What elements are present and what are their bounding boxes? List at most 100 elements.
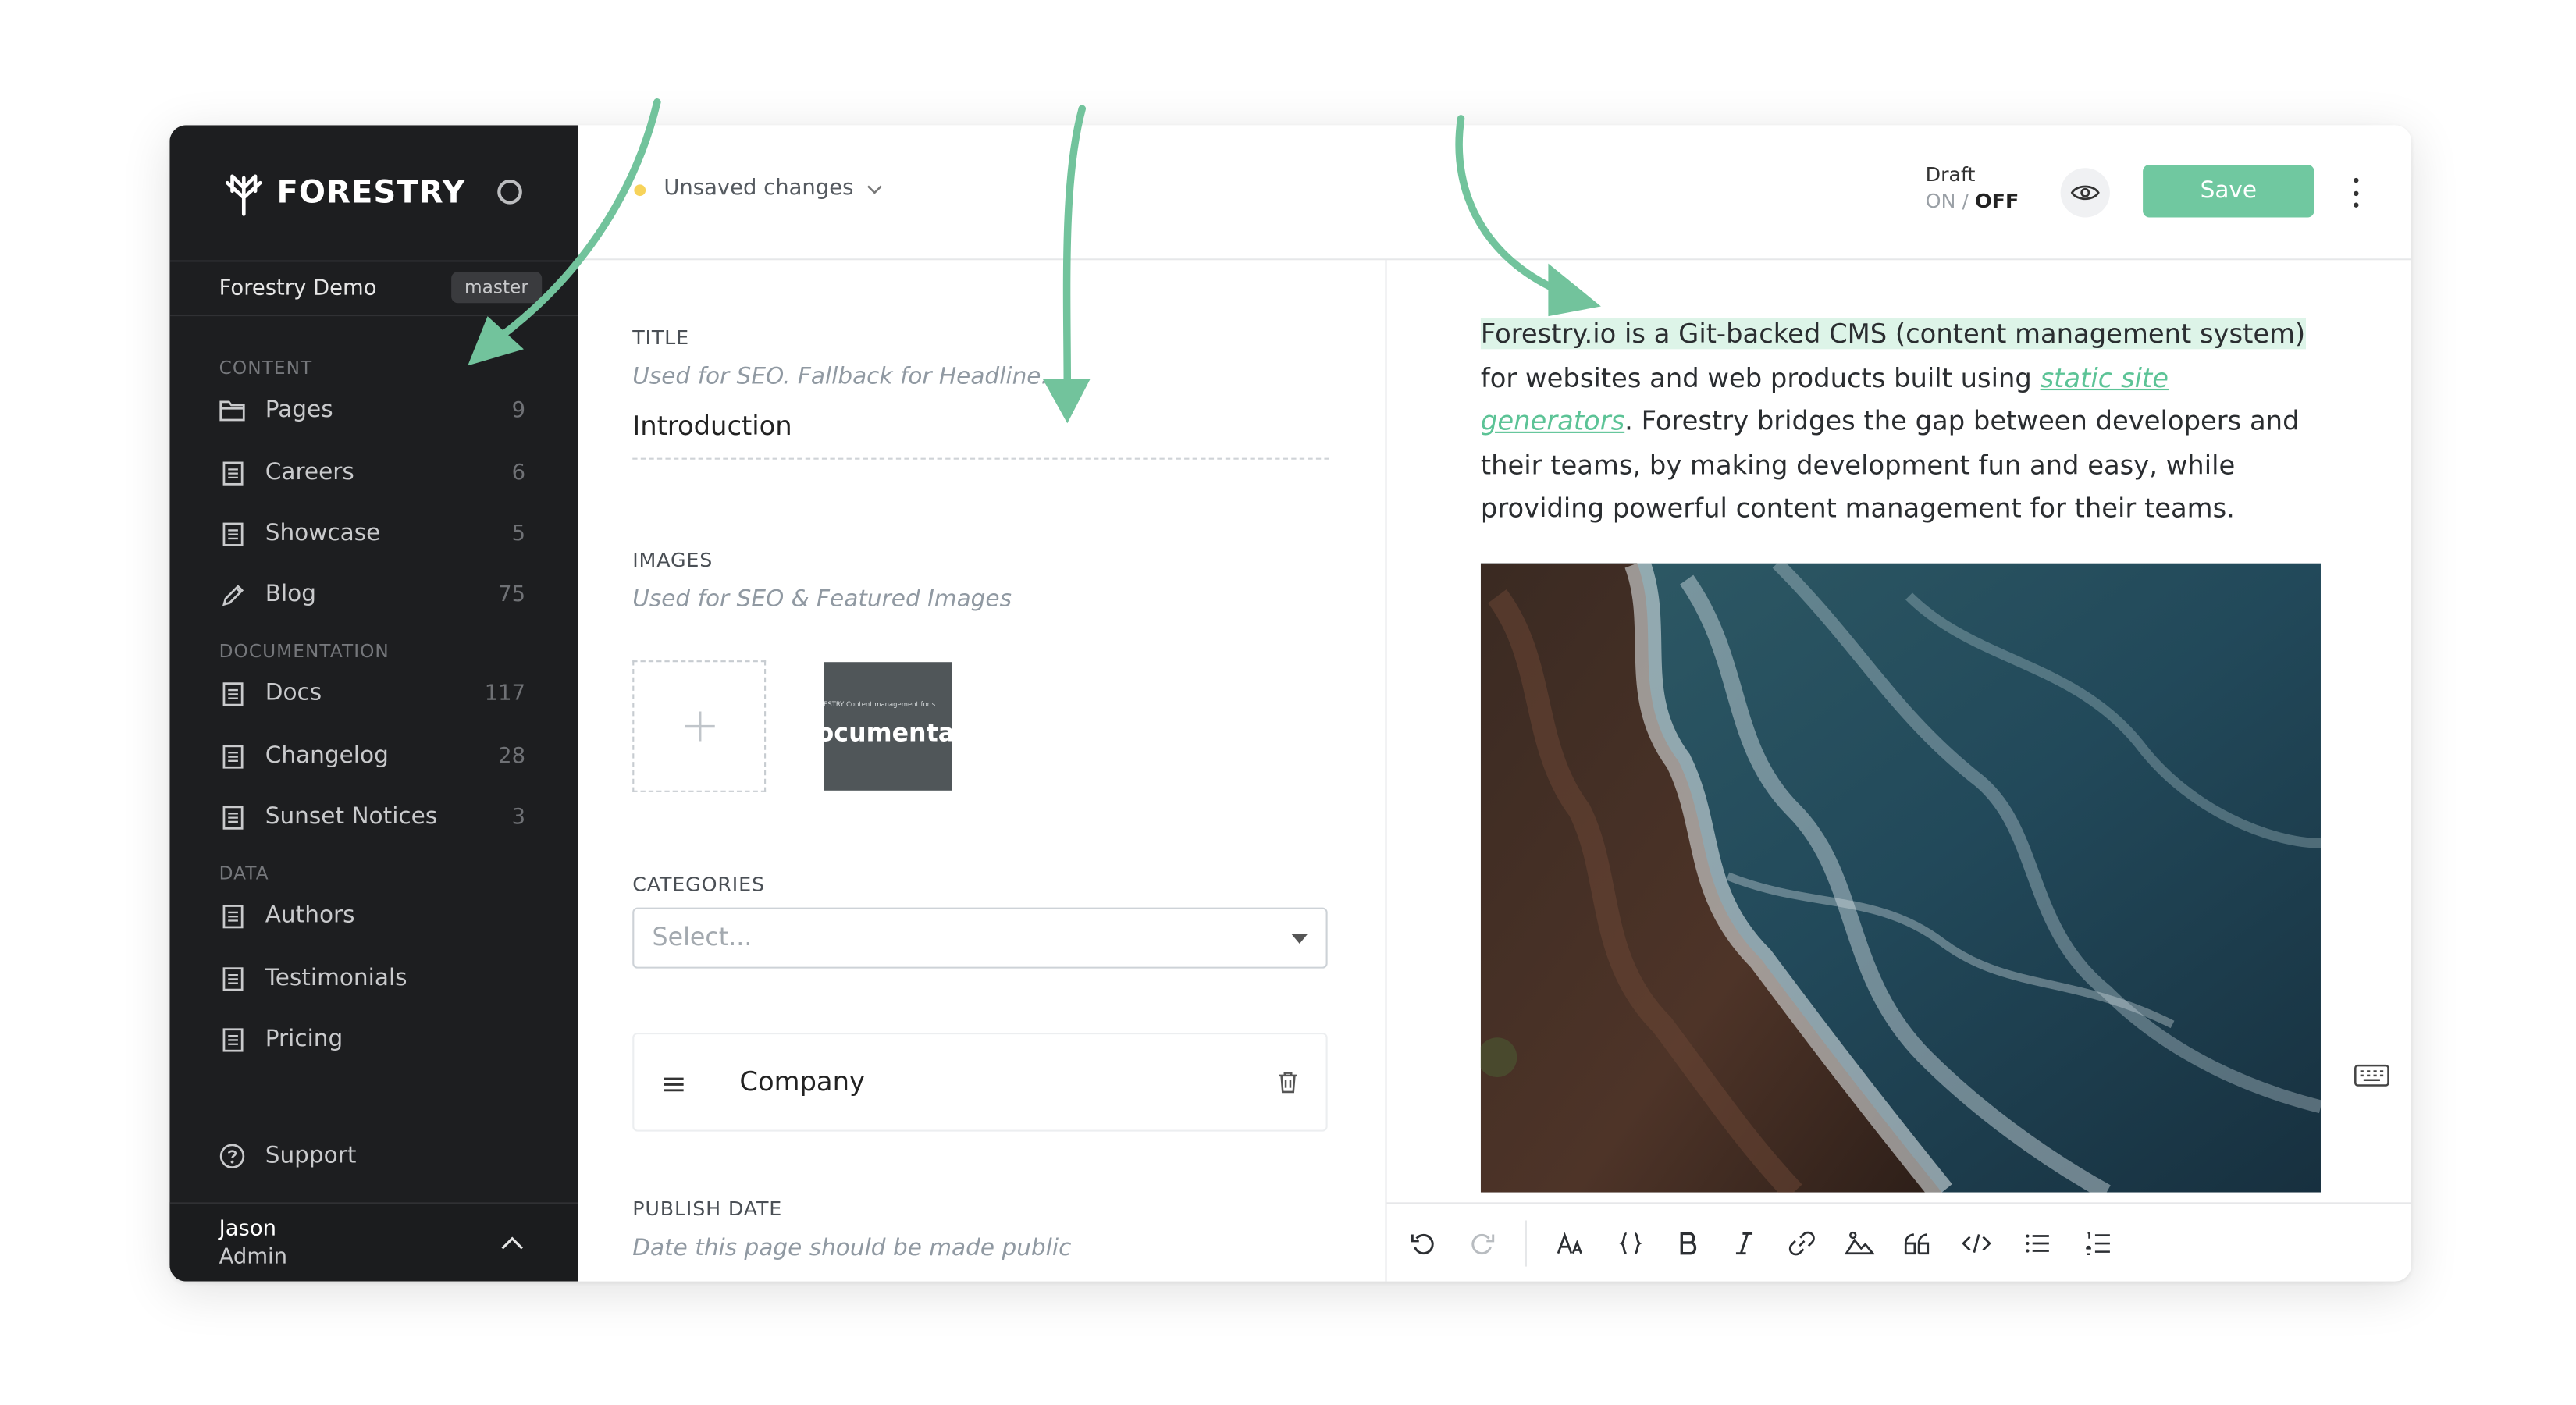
title-input[interactable]: Introduction xyxy=(632,410,792,441)
sidebar-item-changelog[interactable]: Changelog 28 xyxy=(219,738,525,774)
numbered-list-icon[interactable] xyxy=(2080,1225,2116,1261)
draft-off[interactable]: OFF xyxy=(1975,190,2019,213)
category-item-label: Company xyxy=(739,1065,866,1097)
content-editor[interactable]: Forestry.io is a Git-backed CMS (content… xyxy=(1386,260,2412,1203)
image-icon[interactable] xyxy=(1841,1225,1877,1261)
categories-select[interactable]: Select... xyxy=(632,907,1328,969)
support-link[interactable]: Support xyxy=(219,1143,357,1170)
link-icon[interactable] xyxy=(1784,1225,1820,1261)
categories-field-label: CATEGORIES xyxy=(632,873,765,896)
sidebar-item-careers[interactable]: Careers 6 xyxy=(219,454,525,490)
sidebar-item-label: Careers xyxy=(265,459,354,486)
nav-group-documentation: DOCUMENTATION xyxy=(219,640,390,663)
sidebar-item-label: Docs xyxy=(265,680,322,707)
chevron-up-icon[interactable] xyxy=(499,1230,525,1257)
bold-icon[interactable] xyxy=(1670,1225,1706,1261)
pencil-icon xyxy=(219,582,246,608)
coastline-image[interactable] xyxy=(1480,563,2321,1193)
toolbar-separator xyxy=(1525,1220,1527,1267)
editor-toolbar xyxy=(1386,1202,2412,1282)
sidebar: FORESTRY Forestry Demo master CONTENT Pa… xyxy=(169,125,578,1282)
sidebar-item-label: Pricing xyxy=(265,1026,343,1053)
bullet-list-icon[interactable] xyxy=(2019,1225,2055,1261)
help-circle-icon xyxy=(219,1143,246,1169)
sidebar-item-count: 28 xyxy=(498,743,526,769)
add-image-button[interactable] xyxy=(632,660,767,792)
document-icon xyxy=(219,965,246,991)
sidebar-item-showcase[interactable]: Showcase 5 xyxy=(219,515,525,551)
support-label: Support xyxy=(265,1143,357,1170)
front-matter-form: TITLE Used for SEO. Fallback for Headlin… xyxy=(578,260,1386,1282)
body-text-1: for websites and web products built usin… xyxy=(1480,361,2041,393)
branch-badge[interactable]: master xyxy=(451,272,542,304)
sidebar-item-label: Blog xyxy=(265,581,317,608)
brand-logo[interactable]: FORESTRY xyxy=(219,168,466,217)
italic-icon[interactable] xyxy=(1726,1225,1762,1261)
document-icon xyxy=(219,804,246,831)
sidebar-item-blog[interactable]: Blog 75 xyxy=(219,576,525,612)
categories-placeholder: Select... xyxy=(652,922,753,952)
keyboard-icon[interactable] xyxy=(2354,1062,2389,1089)
drag-handle-icon[interactable] xyxy=(662,1072,685,1096)
sidebar-item-pages[interactable]: Pages 9 xyxy=(219,392,525,428)
title-field-hint: Used for SEO. Fallback for Headline. xyxy=(632,364,1048,391)
sidebar-item-count: 9 xyxy=(511,397,526,423)
unsaved-changes-dropdown[interactable]: Unsaved changes xyxy=(664,176,883,201)
body-paragraph[interactable]: Forestry.io is a Git-backed CMS (content… xyxy=(1480,313,2321,532)
sidebar-item-pricing[interactable]: Pricing xyxy=(219,1021,525,1057)
images-field-label: IMAGES xyxy=(632,548,713,572)
text-size-icon[interactable] xyxy=(1553,1225,1589,1261)
draft-on[interactable]: ON xyxy=(1926,190,1956,213)
sidebar-item-sunset-notices[interactable]: Sunset Notices 3 xyxy=(219,799,525,834)
unsaved-indicator xyxy=(634,184,646,197)
thumbnail-title: ocumentati xyxy=(824,717,952,748)
site-switcher[interactable]: Forestry Demo master xyxy=(169,260,578,317)
publish-date-field-hint: Date this page should be made public xyxy=(632,1235,1072,1262)
save-button[interactable]: Save xyxy=(2143,164,2314,218)
sidebar-item-count: 3 xyxy=(511,804,526,830)
trash-icon[interactable] xyxy=(1275,1069,1301,1095)
redo-icon[interactable] xyxy=(1464,1225,1500,1261)
publish-date-field-label: PUBLISH DATE xyxy=(632,1197,783,1221)
code-icon[interactable] xyxy=(1959,1225,1994,1261)
preview-button[interactable] xyxy=(2060,168,2110,218)
quote-icon[interactable] xyxy=(1899,1225,1935,1261)
brand-name: FORESTRY xyxy=(276,174,466,212)
category-item[interactable]: Company xyxy=(632,1032,1328,1132)
sidebar-item-label: Testimonials xyxy=(265,965,407,992)
sync-status-icon[interactable] xyxy=(497,179,522,205)
forestry-logo-icon xyxy=(225,174,262,216)
plus-icon xyxy=(684,711,714,742)
user-name: Jason xyxy=(219,1217,277,1242)
document-icon xyxy=(219,521,246,547)
document-icon xyxy=(219,1026,246,1053)
sidebar-item-testimonials[interactable]: Testimonials xyxy=(219,960,525,996)
site-name: Forestry Demo xyxy=(219,276,377,302)
editor-topbar: Unsaved changes Draft ON / OFF Save xyxy=(578,125,2412,261)
nav-group-data: DATA xyxy=(219,863,269,885)
draft-separator: / xyxy=(1962,189,1969,213)
document-icon xyxy=(219,680,246,706)
draft-toggle[interactable]: ON / OFF xyxy=(1926,190,2019,213)
code-braces-icon[interactable] xyxy=(1613,1225,1649,1261)
sidebar-item-label: Sunset Notices xyxy=(265,803,438,831)
title-field-label: TITLE xyxy=(632,325,689,350)
more-options-icon[interactable] xyxy=(2346,175,2365,211)
eye-icon xyxy=(2070,185,2100,201)
sidebar-item-count: 6 xyxy=(511,460,526,486)
document-icon xyxy=(219,743,246,770)
sidebar-item-count: 5 xyxy=(511,521,526,546)
sidebar-item-label: Changelog xyxy=(265,742,389,770)
sidebar-item-docs[interactable]: Docs 117 xyxy=(219,675,525,711)
undo-icon[interactable] xyxy=(1405,1225,1441,1261)
unsaved-label: Unsaved changes xyxy=(664,176,854,201)
draft-label: Draft xyxy=(1925,162,1976,187)
user-menu[interactable]: Jason Admin xyxy=(169,1202,578,1282)
sidebar-item-authors[interactable]: Authors xyxy=(219,898,525,934)
images-field-hint: Used for SEO & Featured Images xyxy=(632,586,1012,613)
document-icon xyxy=(219,902,246,929)
featured-image-thumbnail[interactable]: ESTRY Content management for s ocumentat… xyxy=(824,662,952,791)
nav-group-content: CONTENT xyxy=(219,357,313,379)
sidebar-item-label: Authors xyxy=(265,902,355,930)
caret-down-icon xyxy=(1291,934,1308,944)
